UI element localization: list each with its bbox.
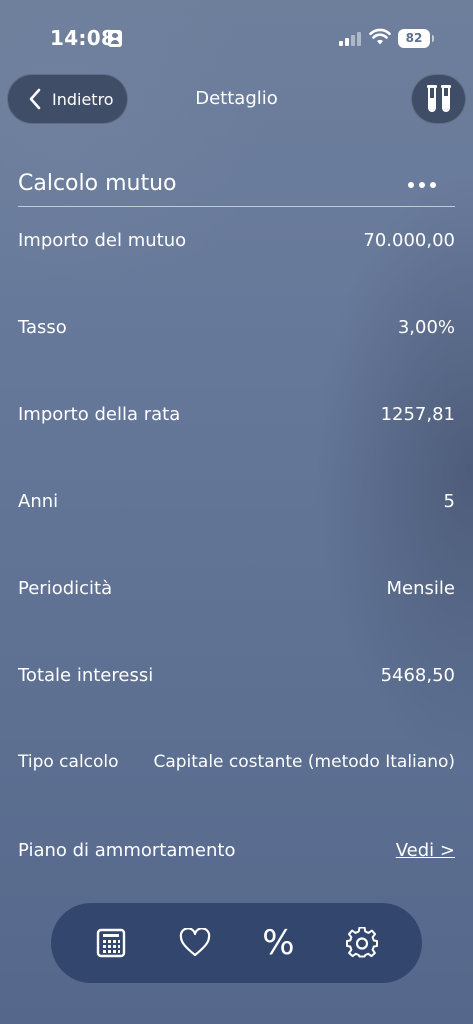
- battery-icon: 82: [398, 29, 434, 48]
- row-label: Importo del mutuo: [18, 230, 187, 251]
- row-label: Periodicità: [18, 578, 113, 599]
- tab-percent[interactable]: %: [250, 915, 306, 971]
- heart-icon: [179, 928, 210, 957]
- row-piano-ammortamento: Piano di ammortamento Vedi >: [18, 840, 455, 870]
- tab-settings[interactable]: [334, 915, 390, 971]
- wifi-icon: [369, 28, 391, 45]
- gear-icon: [346, 927, 379, 958]
- more-options-button[interactable]: [400, 172, 444, 198]
- row-label: Tasso: [18, 317, 67, 338]
- test-tubes-button[interactable]: [411, 74, 466, 124]
- calculator-icon: [96, 928, 126, 958]
- tab-calculator[interactable]: [83, 915, 139, 971]
- row-importo-mutuo: Importo del mutuo 70.000,00: [18, 230, 455, 260]
- row-totale-interessi: Totale interessi 5468,50: [18, 665, 455, 695]
- row-value: 1257,81: [380, 404, 455, 425]
- ellipsis-icon: [408, 182, 414, 188]
- section-title: Calcolo mutuo: [18, 171, 177, 196]
- row-label: Anni: [18, 491, 59, 512]
- row-label: Piano di ammortamento: [18, 840, 236, 861]
- row-value: 5: [443, 491, 455, 512]
- status-time: 14:08: [50, 26, 116, 50]
- row-label: Tipo calcolo: [18, 752, 119, 772]
- row-value: 3,00%: [397, 317, 455, 338]
- tab-bar: %: [51, 903, 422, 983]
- divider: [18, 206, 455, 207]
- row-periodicita: Periodicità Mensile: [18, 578, 455, 608]
- vedi-link[interactable]: Vedi >: [396, 840, 455, 861]
- row-value: 70.000,00: [363, 230, 455, 251]
- row-tasso: Tasso 3,00%: [18, 317, 455, 347]
- row-importo-rata: Importo della rata 1257,81: [18, 404, 455, 434]
- status-bar: 14:08 82: [0, 0, 473, 70]
- battery-level: 82: [405, 31, 423, 45]
- page-title: Dettaglio: [195, 88, 278, 109]
- tab-favorites[interactable]: [167, 915, 223, 971]
- percent-icon: %: [262, 923, 295, 963]
- row-value: Capitale costante (metodo Italiano): [153, 752, 455, 772]
- row-value: 5468,50: [380, 665, 455, 686]
- id-card-icon: [108, 30, 122, 47]
- row-anni: Anni 5: [18, 491, 455, 521]
- row-label: Importo della rata: [18, 404, 181, 425]
- row-tipo-calcolo: Tipo calcolo Capitale costante (metodo I…: [18, 752, 455, 782]
- signal-icon: [339, 30, 363, 46]
- row-label: Totale interessi: [18, 665, 154, 686]
- row-value: Mensile: [386, 578, 455, 599]
- test-tubes-icon: [426, 85, 451, 112]
